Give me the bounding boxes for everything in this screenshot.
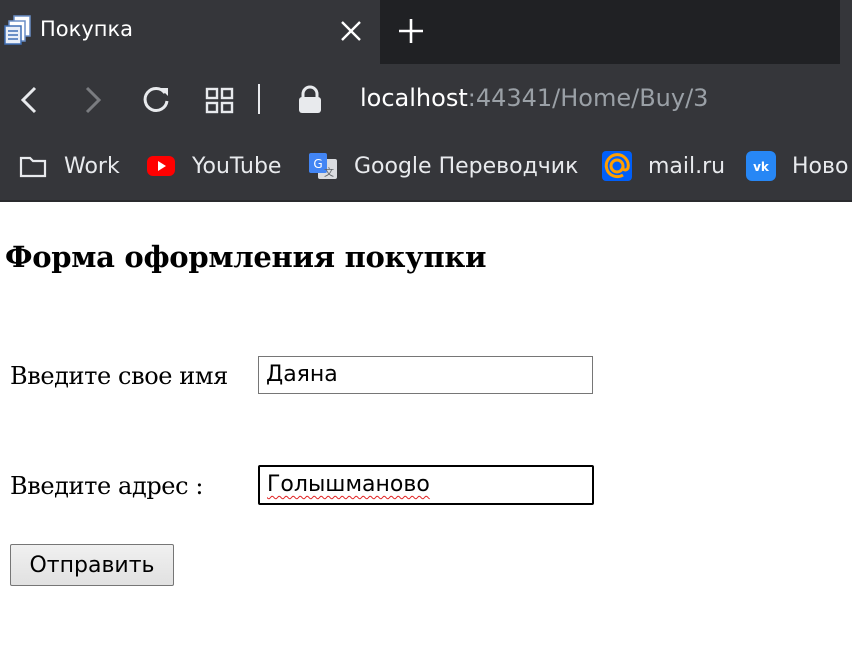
- browser-toolbar: localhost:44341/Home/Buy/3: [0, 64, 852, 136]
- bookmark-google-translate[interactable]: G 文 Google Переводчик: [308, 136, 578, 196]
- bookmark-label: Work: [64, 153, 120, 179]
- name-input[interactable]: Даяна: [258, 356, 593, 394]
- address-label: Введите адрес :: [10, 472, 204, 500]
- bookmark-label: mail.ru: [648, 153, 726, 179]
- address-input[interactable]: Голышманово: [258, 465, 594, 505]
- bookmark-label: Ново: [792, 153, 849, 179]
- lock-icon[interactable]: [292, 82, 328, 118]
- page-content: Форма оформления покупки Введите свое им…: [0, 202, 852, 668]
- tab-title: Покупка: [40, 17, 134, 41]
- tab-strip: Покупка: [0, 0, 852, 64]
- back-arrow-icon[interactable]: [12, 82, 48, 118]
- svg-text:文: 文: [324, 166, 334, 179]
- apps-grid-icon[interactable]: [202, 82, 238, 118]
- close-icon[interactable]: [338, 14, 364, 48]
- new-tab-plus-icon[interactable]: [396, 14, 426, 48]
- folder-icon: [19, 156, 47, 178]
- bookmark-youtube[interactable]: YouTube: [146, 136, 281, 196]
- tabstrip-edge: [840, 0, 852, 64]
- bookmark-mailru[interactable]: mail.ru: [602, 136, 725, 196]
- mailru-icon: [602, 151, 632, 181]
- bookmark-label: YouTube: [192, 153, 282, 179]
- active-tab[interactable]: Покупка: [0, 0, 380, 64]
- name-input-value: Даяна: [266, 362, 338, 387]
- page-title: Форма оформления покупки: [5, 240, 487, 274]
- youtube-icon: [147, 156, 175, 176]
- bookmarks-bar: Work YouTube G 文 Google Переводчик mail.…: [0, 136, 852, 202]
- forward-arrow-icon[interactable]: [74, 82, 110, 118]
- submit-button[interactable]: Отправить: [10, 544, 174, 586]
- toolbar-separator: [258, 84, 260, 114]
- svg-text:vk: vk: [753, 160, 770, 174]
- vk-icon: vk: [746, 151, 776, 181]
- page-icon: [4, 15, 31, 45]
- url-host: localhost: [360, 84, 468, 112]
- bookmark-work[interactable]: Work: [18, 136, 120, 196]
- url-path: :44341/Home/Buy/3: [467, 84, 709, 112]
- bookmark-vk[interactable]: vk Ново: [746, 136, 848, 196]
- address-input-value: Голышманово: [267, 472, 430, 497]
- google-translate-icon: G 文: [309, 153, 337, 179]
- reload-icon[interactable]: [138, 82, 174, 118]
- address-bar[interactable]: localhost:44341/Home/Buy/3: [360, 84, 708, 112]
- bookmark-label: Google Переводчик: [354, 153, 579, 179]
- svg-text:G: G: [313, 157, 322, 171]
- name-label: Введите свое имя: [10, 362, 228, 390]
